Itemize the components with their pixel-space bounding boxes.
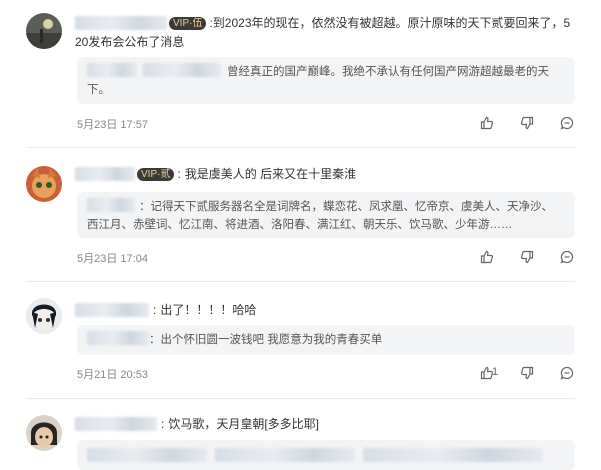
reply-text: 曾经真正的国产巅峰。我绝不承认有任何国产网游超越最老的天 [227,66,549,78]
avatar[interactable] [26,13,62,49]
comment-text: 我是虞美人的 后来又在十里秦淮 [184,167,357,181]
action-bar [455,115,575,131]
reply-username[interactable] [87,331,149,345]
comment-text: 饮马歌，天月皇朝[多多比耶] [168,417,320,431]
avatar[interactable] [26,415,62,451]
comment-header: : 饮马歌，天月皇朝[多多比耶] [75,415,319,433]
comment-header: VIP·贰 : 我是虞美人的 后来又在十里秦淮 [75,165,356,183]
avatar[interactable] [26,166,62,202]
thumbs-down-icon[interactable] [519,365,535,381]
thumbs-up-icon[interactable] [479,115,495,131]
comment-icon[interactable] [559,115,575,131]
thumbs-up-icon[interactable]: 1 [479,365,499,381]
timestamp: 5月23日 17:57 [77,119,148,131]
thumbs-up-icon[interactable] [479,249,495,265]
username[interactable] [75,167,135,181]
comment-text: 到2023年的现在，依然没有被超越。原汁原味的天下贰要回来了，5 [212,16,571,30]
comment-icon[interactable] [559,365,575,381]
reply-text-cont: 西江月、赤壁词、忆江南、将进酒、洛阳春、满江红、朝天乐、饮马歌、少年游…… [87,219,513,231]
quoted-reply[interactable]: ：记得天下贰服务器名全是词牌名，蝶恋花、凤求凰、忆帝京、虞美人、天净沙、 西江月… [77,192,575,238]
comment-text: 出了！！！！哈哈 [160,303,257,317]
vip-badge: VIP·贰 [137,167,175,181]
comment-text-cont: 20发布会公布了消息 [75,35,185,49]
comment-icon[interactable] [559,249,575,265]
vip-badge: VIP·伍 [169,16,207,30]
thumbs-down-icon[interactable] [519,249,535,265]
username[interactable] [75,417,157,431]
action-bar: 1 [455,365,575,381]
reply-text-cont: 下。 [87,84,110,96]
divider [26,281,575,282]
like-count: 1 [492,366,499,378]
quoted-reply[interactable] [77,440,575,470]
timestamp: 5月23日 17:04 [77,253,148,265]
divider [26,398,575,399]
avatar[interactable] [26,298,62,334]
username[interactable] [75,303,149,317]
reply-text: ：出个怀旧圆一波钱吧 我愿意为我的青春买单 [149,334,383,346]
comment-header: VIP·伍 : 到2023年的现在，依然没有被超越。原汁原味的天下贰要回来了，5 [75,14,570,32]
timestamp: 5月21日 20:53 [77,369,148,381]
thumbs-down-icon[interactable] [519,115,535,131]
username[interactable] [75,16,167,30]
action-bar [455,249,575,265]
reply-username[interactable] [87,63,137,77]
divider [26,147,575,148]
quoted-reply[interactable]: ：出个怀旧圆一波钱吧 我愿意为我的青春买单 [77,325,575,355]
quoted-reply[interactable]: 曾经真正的国产巅峰。我绝不承认有任何国产网游超越最老的天 下。 [77,57,575,104]
reply-text: ：记得天下贰服务器名全是词牌名，蝶恋花、凤求凰、忆帝京、虞美人、天净沙、 [139,201,553,213]
reply-username[interactable] [87,198,135,212]
comment-header: : 出了！！！！哈哈 [75,301,256,319]
